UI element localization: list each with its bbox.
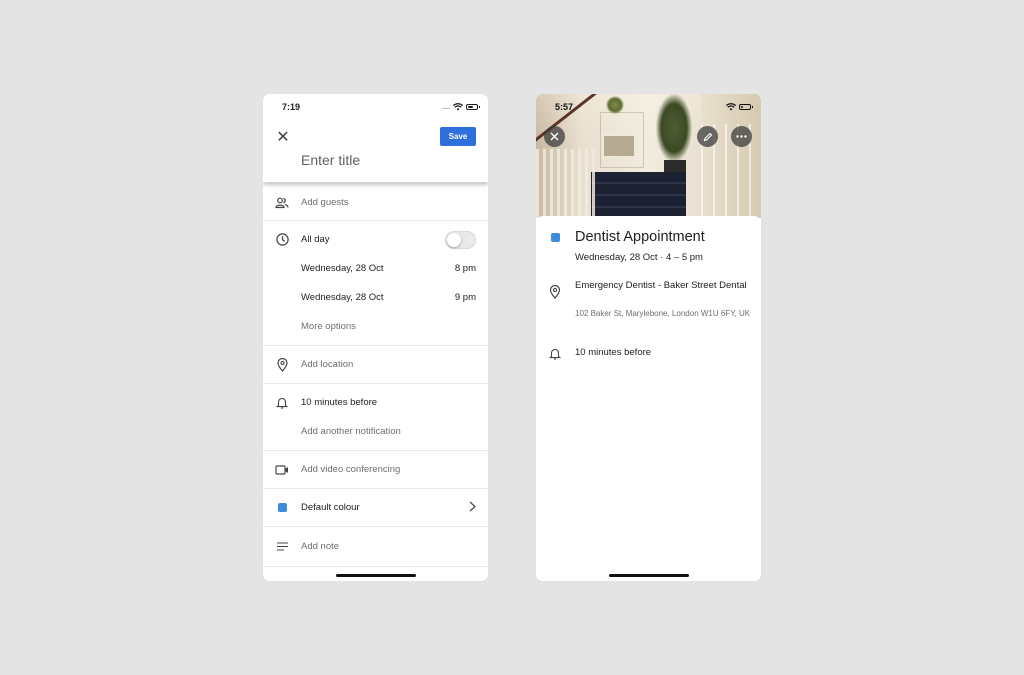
battery-icon [466, 104, 480, 110]
status-bar: 7:19 .... [263, 94, 488, 120]
status-time: 7:19 [282, 102, 301, 112]
all-day-label: All day [301, 234, 330, 245]
home-indicator [608, 574, 689, 577]
all-day-toggle[interactable] [445, 230, 476, 249]
time-section: All day Wednesday, 28 Oct 8 pm Wednesday… [263, 221, 488, 346]
people-icon [275, 196, 289, 210]
more-horizontal-icon [736, 135, 747, 138]
battery-icon [739, 104, 753, 110]
edit-form: Add guests All day Wednesday, 28 Oct 8 p… [263, 182, 488, 567]
event-detail-card: Dentist Appointment Wednesday, 28 Oct · … [536, 216, 761, 581]
close-icon[interactable]: ✕ [275, 129, 291, 146]
location-name[interactable]: Emergency Dentist - Baker Street Dental [575, 279, 755, 293]
wifi-icon [726, 103, 736, 111]
location-pin-icon [275, 357, 289, 372]
close-button[interactable] [544, 126, 565, 147]
start-date[interactable]: Wednesday, 28 Oct [301, 263, 455, 274]
add-notification-row[interactable]: Add another notification [263, 417, 488, 446]
colour-swatch [277, 503, 287, 512]
status-time: 5:57 [555, 102, 574, 112]
edit-event-screen: 7:19 .... ✕ Save Add guests All [263, 94, 488, 581]
more-options-button[interactable] [731, 126, 752, 147]
end-date[interactable]: Wednesday, 28 Oct [301, 292, 455, 303]
add-location-row[interactable]: Add location [263, 350, 488, 379]
add-note-label: Add note [301, 541, 340, 552]
add-location-label: Add location [301, 359, 354, 370]
status-bar: 5:57 [536, 94, 761, 120]
bell-icon [549, 348, 561, 360]
colour-row[interactable]: Default colour [263, 493, 488, 522]
home-indicator [335, 574, 416, 577]
add-notification-link[interactable]: Add another notification [301, 426, 476, 437]
add-video-label: Add video conferencing [301, 464, 401, 475]
notes-icon [275, 540, 289, 554]
video-section: Add video conferencing [263, 451, 488, 489]
colour-label: Default colour [301, 502, 360, 513]
location-section: Add location [263, 346, 488, 384]
edit-button[interactable] [697, 126, 718, 147]
event-title: Dentist Appointment [575, 229, 705, 245]
all-day-row: All day [263, 225, 488, 254]
chevron-right-icon [469, 501, 476, 515]
colour-section: Default colour [263, 489, 488, 527]
video-camera-icon [275, 463, 289, 477]
title-input[interactable] [301, 152, 471, 168]
add-video-row[interactable]: Add video conferencing [263, 455, 488, 484]
pencil-icon [703, 132, 712, 141]
start-time[interactable]: 8 pm [455, 263, 476, 274]
close-icon [550, 132, 559, 141]
end-datetime-row: Wednesday, 28 Oct 9 pm [263, 283, 488, 312]
clock-icon [275, 233, 289, 247]
notification-value: 10 minutes before [575, 347, 652, 358]
guests-section: Add guests [263, 182, 488, 221]
add-guests-row[interactable]: Add guests [263, 188, 488, 217]
signal-icon: .... [442, 103, 450, 111]
location-address[interactable]: 102 Baker St, Marylebone, London W1U 6FY… [575, 308, 755, 320]
bell-icon [275, 396, 289, 410]
more-options-row[interactable]: More options [263, 312, 488, 341]
notification-section: 10 minutes before Add another notificati… [263, 384, 488, 451]
location-pin-icon [549, 285, 561, 299]
add-note-row[interactable]: Add note [263, 532, 488, 561]
event-colour-swatch [551, 233, 560, 242]
event-detail-screen: 5:57 Dentist Appointment Wednesday, 28 O… [536, 94, 761, 581]
save-button[interactable]: Save [440, 127, 476, 146]
add-guests-label: Add guests [301, 197, 349, 208]
notification-row[interactable]: 10 minutes before [263, 388, 488, 417]
start-datetime-row: Wednesday, 28 Oct 8 pm [263, 254, 488, 283]
note-section: Add note [263, 527, 488, 567]
more-options-link[interactable]: More options [301, 321, 476, 332]
wifi-icon [453, 103, 463, 111]
end-time[interactable]: 9 pm [455, 292, 476, 303]
notification-value: 10 minutes before [301, 397, 378, 408]
event-datetime: Wednesday, 28 Oct · 4 – 5 pm [575, 252, 703, 263]
